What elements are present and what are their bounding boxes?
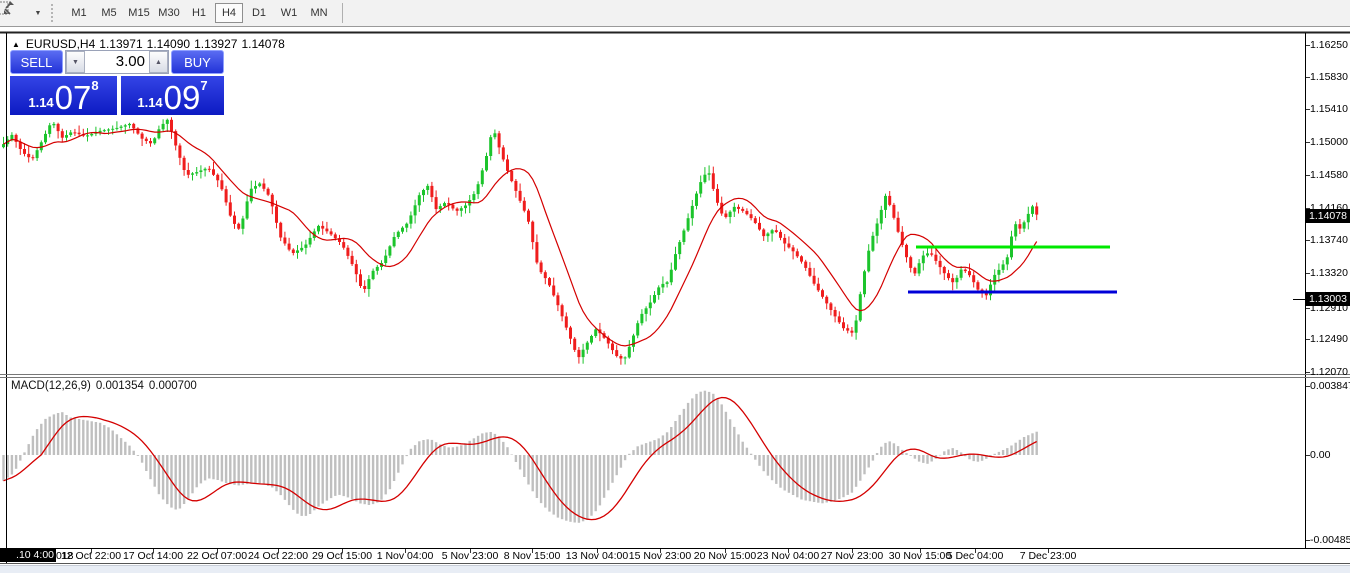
- time-axis-label: 12 Oct 22:00: [61, 550, 121, 562]
- sell-price-tile[interactable]: 1.14 07 8: [10, 76, 117, 115]
- volume-value[interactable]: 3.00: [85, 51, 149, 73]
- selected-time-badge: .10 4:00: [0, 549, 56, 562]
- ohlc-close: 1.14078: [241, 37, 284, 51]
- candlestick-series: [2, 117, 1038, 364]
- one-click-trading-panel: SELL ▼ 3.00 ▲ BUY 1.14 07 8 1.14 09 7: [10, 50, 224, 115]
- price-axis-label: 1.14580: [1310, 169, 1348, 182]
- macd-histogram: [2, 391, 1038, 523]
- time-axis-label: 24 Oct 22:00: [248, 550, 308, 562]
- ohlc-open: 1.13971: [99, 37, 142, 51]
- time-axis-label: 22 Oct 07:00: [187, 550, 247, 562]
- indicator-signal-value: 0.000700: [149, 380, 197, 392]
- ohlc-low: 1.13927: [194, 37, 237, 51]
- volume-spinner: ▼ 3.00 ▲: [65, 50, 169, 74]
- time-axis-label: 30 Nov 15:00: [889, 550, 951, 562]
- time-axis-label: 13 Nov 04:00: [566, 550, 628, 562]
- indicator-value: 0.001354: [96, 380, 144, 392]
- volume-decrease-button[interactable]: ▼: [66, 51, 85, 73]
- price-axis-label: 1.15000: [1310, 136, 1348, 149]
- time-axis-label: 27 Nov 23:00: [821, 550, 883, 562]
- time-axis-label: 20 Nov 15:00: [694, 550, 756, 562]
- buy-price-prefix: 1.14: [137, 95, 162, 110]
- bid-price-badge: 1.14078: [1306, 209, 1350, 223]
- indicator-name: MACD(12,26,9): [11, 380, 91, 392]
- level-price-badge: 1.13003: [1306, 292, 1350, 306]
- time-axis-label: 1 Nov 04:00: [377, 550, 434, 562]
- price-axis-label: 1.15410: [1310, 103, 1348, 116]
- buy-price-tile[interactable]: 1.14 09 7: [121, 76, 224, 115]
- price-axis-label: 1.13320: [1310, 267, 1348, 280]
- chart-title: ▲ EURUSD,H4 1.13971 1.14090 1.13927 1.14078: [12, 37, 289, 51]
- volume-increase-button[interactable]: ▲: [149, 51, 168, 73]
- time-axis-label: 5 Dec 04:00: [947, 550, 1004, 562]
- macd-axis-label: 0.00: [1310, 449, 1330, 462]
- buy-price-sup: 7: [200, 78, 207, 93]
- window-collapse-icon[interactable]: ▲: [12, 40, 20, 49]
- moving-average-line: [4, 129, 1037, 346]
- price-axis-label: 1.12070: [1310, 366, 1348, 379]
- indicator-label: MACD(12,26,9) 0.001354 0.000700: [11, 380, 202, 392]
- ohlc-high: 1.14090: [147, 37, 190, 51]
- macd-axis-label: 0.003847: [1310, 380, 1350, 393]
- sell-price-big: 07: [55, 83, 92, 113]
- price-axis-label: 1.13740: [1310, 234, 1348, 247]
- buy-button[interactable]: BUY: [171, 50, 224, 74]
- time-axis-label: 8 Nov 15:00: [504, 550, 561, 562]
- sell-price-prefix: 1.14: [28, 95, 53, 110]
- time-axis-label: 17 Oct 14:00: [123, 550, 183, 562]
- mt4-terminal-window: ▼ M1M5M15M30H1H4D1W1MN ▲EURUSD,H41.13971…: [0, 0, 1350, 573]
- time-axis-label: 7 Dec 23:00: [1020, 550, 1077, 562]
- price-axis-label: 1.12490: [1310, 333, 1348, 346]
- buy-price-big: 09: [164, 83, 201, 113]
- time-axis-label: 29 Oct 15:00: [312, 550, 372, 562]
- symbol-period-label: EURUSD,H4: [26, 37, 95, 51]
- time-axis-label: 5 Nov 23:00: [442, 550, 499, 562]
- time-axis-label: 15 Nov 23:00: [629, 550, 691, 562]
- price-axis-label: 1.16250: [1310, 39, 1348, 52]
- sell-button[interactable]: SELL: [10, 50, 63, 74]
- time-axis-label: 23 Nov 04:00: [757, 550, 819, 562]
- sell-price-sup: 8: [91, 78, 98, 93]
- macd-axis-label: -0.004856: [1310, 534, 1350, 547]
- price-axis-label: 1.15830: [1310, 71, 1348, 84]
